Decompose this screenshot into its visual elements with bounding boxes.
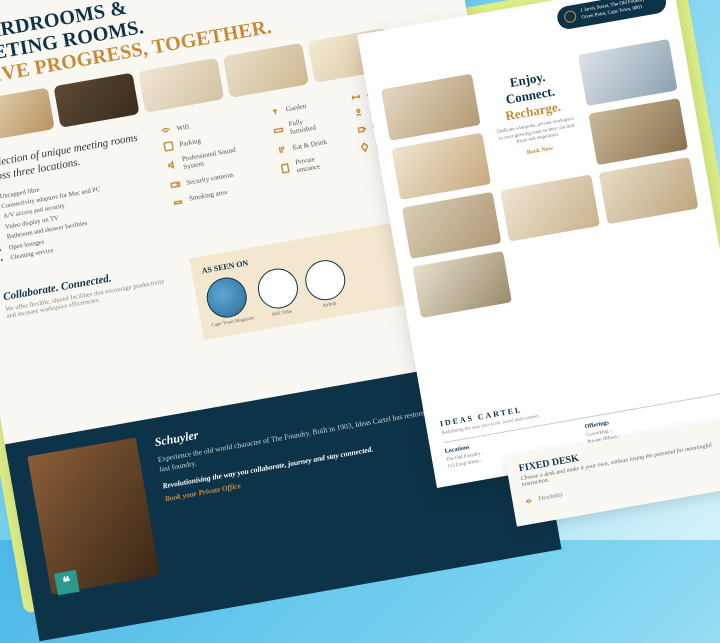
room-thumb[interactable] bbox=[0, 87, 55, 142]
coffee-icon bbox=[356, 123, 368, 135]
press-badge[interactable] bbox=[204, 275, 250, 321]
book-now-link[interactable]: Book Now bbox=[526, 145, 553, 156]
testimonial-portrait: ❝ bbox=[27, 437, 160, 594]
furnished-icon bbox=[273, 125, 285, 137]
press-badge[interactable] bbox=[255, 266, 301, 312]
garden-icon bbox=[269, 106, 281, 118]
parking-icon bbox=[163, 141, 175, 153]
locations-icon bbox=[359, 142, 371, 154]
hero-heading: Enjoy. Connect. Recharge. bbox=[487, 65, 574, 126]
space-thumb[interactable] bbox=[391, 133, 491, 200]
address-pill[interactable]: 1 Jarvis Street, The Old Foundry Green P… bbox=[555, 0, 667, 31]
camera-icon bbox=[170, 179, 182, 191]
quote-icon: ❝ bbox=[54, 570, 79, 595]
flexibility-icon bbox=[524, 497, 533, 506]
sound-icon bbox=[166, 160, 178, 172]
room-thumb[interactable] bbox=[223, 43, 309, 98]
space-thumb[interactable] bbox=[599, 157, 699, 224]
eat-icon bbox=[276, 144, 288, 156]
press-badge[interactable] bbox=[302, 257, 348, 303]
space-thumb[interactable] bbox=[402, 192, 502, 259]
amenities-bullets: Uncapped fibre Connectivity adaptors for… bbox=[0, 165, 165, 264]
gym-icon bbox=[350, 91, 362, 103]
smoking-icon bbox=[172, 195, 184, 207]
wifi-icon bbox=[160, 125, 172, 137]
space-thumb[interactable] bbox=[588, 98, 688, 165]
space-thumb[interactable] bbox=[412, 251, 512, 318]
room-thumb[interactable] bbox=[138, 58, 224, 113]
space-thumb[interactable] bbox=[381, 74, 481, 141]
space-thumb[interactable] bbox=[578, 39, 678, 106]
accessibility-icon bbox=[353, 107, 365, 119]
entrance-icon bbox=[279, 163, 291, 175]
room-thumb[interactable] bbox=[53, 73, 139, 128]
space-thumb[interactable] bbox=[500, 174, 600, 241]
